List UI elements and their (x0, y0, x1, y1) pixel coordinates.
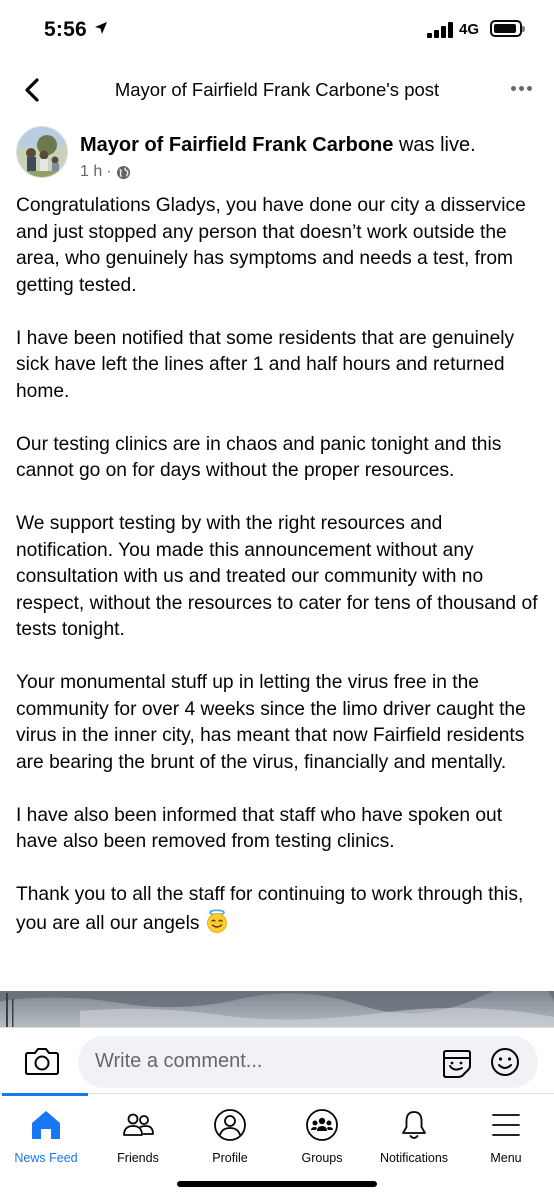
comment-placeholder: Write a comment... (95, 1050, 263, 1072)
comment-bar: Write a comment... (0, 1027, 554, 1093)
emoji-button[interactable] (489, 1046, 521, 1078)
battery-icon (490, 20, 525, 37)
post-paragraph: Thank you to all the staff for continuin… (16, 884, 524, 934)
post-action: was live. (393, 134, 476, 156)
cell-signal-icon (427, 22, 455, 38)
smiley-icon (491, 1048, 519, 1076)
post-paragraph: I have been notified that some residents… (16, 327, 515, 402)
tab-news-feed[interactable]: News Feed (0, 1106, 92, 1170)
tab-groups[interactable]: Groups (276, 1106, 368, 1170)
post-paragraph: I have also been informed that staff who… (16, 804, 503, 853)
post-paragraph: Our testing clinics are in chaos and pan… (16, 433, 502, 482)
live-video-preview[interactable] (0, 991, 554, 1027)
camera-icon (25, 1048, 59, 1075)
dot-icon (510, 85, 516, 91)
post-text: Congratulations Gladys, you have done ou… (16, 193, 540, 937)
status-time: 5:56 (44, 18, 87, 41)
active-tab-indicator (2, 1093, 88, 1096)
tab-label: Menu (490, 1151, 522, 1165)
tab-notifications[interactable]: Notifications (368, 1106, 460, 1170)
post-paragraph-last: Thank you to all the staff for continuin… (16, 882, 540, 937)
dot-icon (518, 85, 524, 91)
avatar[interactable] (16, 126, 68, 178)
groups-icon (306, 1109, 338, 1141)
more-options-button[interactable] (506, 76, 536, 100)
video-thumbnail (0, 991, 554, 1027)
sticker-icon (443, 1050, 471, 1078)
network-type: 4G (459, 21, 480, 38)
angel-emoji-icon (206, 908, 227, 933)
page-title: Mayor of Fairfield Frank Carbone's post (114, 79, 440, 100)
author-name[interactable]: Mayor of Fairfield Frank Carbone (80, 134, 393, 156)
friends-icon (123, 1113, 154, 1136)
post-timestamp[interactable]: 1 h (80, 163, 102, 181)
tab-friends[interactable]: Friends (92, 1106, 184, 1170)
profile-icon (214, 1109, 246, 1141)
avatar-photo (17, 127, 67, 177)
comment-input[interactable]: Write a comment... (78, 1036, 538, 1088)
post-paragraph: We support testing by with the right res… (16, 513, 538, 640)
location-arrow-icon (95, 22, 107, 34)
post-paragraph: Your monumental stuff up in letting the … (16, 672, 526, 773)
post-author-row: Mayor of Fairfield Frank Carbone was liv… (16, 126, 538, 184)
post-meta: 1 h · (80, 163, 131, 181)
bell-icon (402, 1111, 426, 1139)
menu-icon (492, 1114, 520, 1136)
home-indicator[interactable] (177, 1181, 377, 1187)
tab-menu[interactable]: Menu (460, 1106, 552, 1170)
home-icon (32, 1111, 60, 1139)
globe-icon (116, 165, 130, 179)
post-header-bar: Mayor of Fairfield Frank Carbone's post (0, 62, 554, 118)
dot-icon (526, 85, 532, 91)
meta-separator: · (106, 163, 112, 180)
status-bar: 5:56 4G (0, 0, 554, 62)
post-paragraph: Congratulations Gladys, you have done ou… (16, 195, 526, 296)
tab-profile[interactable]: Profile (184, 1106, 276, 1170)
camera-button[interactable] (24, 1045, 60, 1077)
post-author-line: Mayor of Fairfield Frank Carbone was liv… (80, 134, 476, 157)
sticker-button[interactable] (440, 1046, 474, 1080)
